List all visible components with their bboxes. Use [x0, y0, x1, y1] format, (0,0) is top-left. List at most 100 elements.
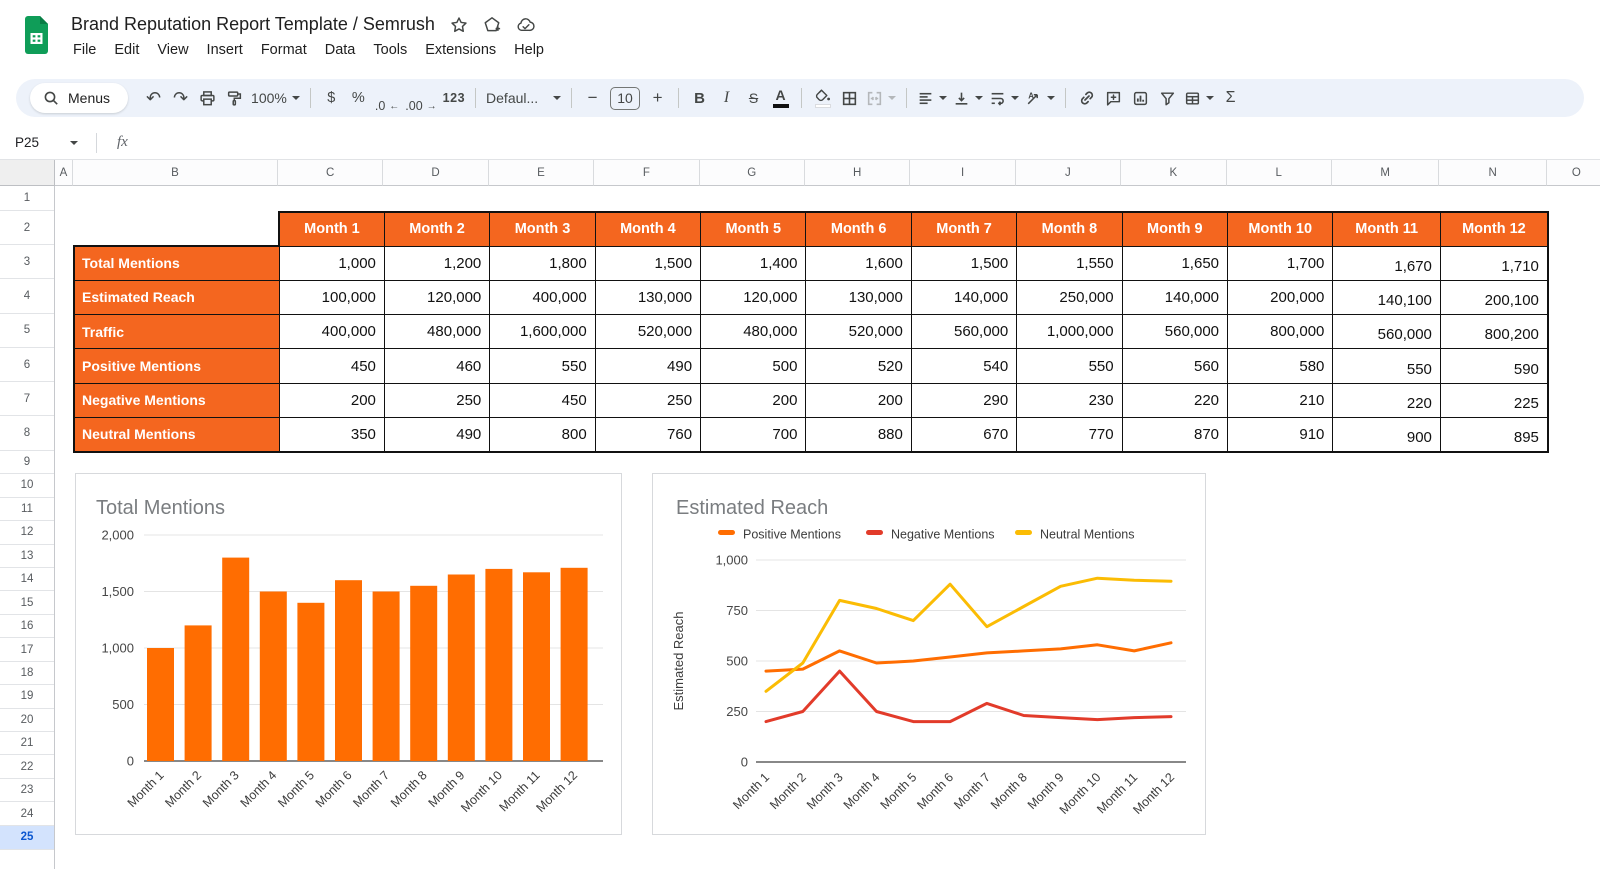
table-cell[interactable]: 500 [700, 348, 807, 384]
row-header-5[interactable]: 5 [0, 314, 54, 348]
column-header-B[interactable]: B [73, 160, 278, 186]
table-cell[interactable]: 140,100 [1332, 279, 1441, 316]
table-cell[interactable]: 700 [700, 416, 807, 453]
table-cell[interactable]: 450 [489, 382, 596, 418]
decrease-font-size-button[interactable]: − [579, 84, 606, 112]
name-box[interactable]: P25 [0, 135, 86, 150]
table-cell[interactable]: 770 [1016, 416, 1123, 453]
table-cell[interactable]: 895 [1439, 416, 1549, 453]
table-cell[interactable]: 220 [1121, 382, 1229, 418]
column-header-M[interactable]: M [1331, 160, 1440, 186]
menus-button[interactable]: Menus [30, 83, 129, 113]
table-cell[interactable]: 450 [278, 348, 385, 384]
insert-table-button[interactable] [1181, 84, 1217, 112]
table-cell[interactable]: 120,000 [700, 279, 807, 316]
table-cell[interactable]: 580 [1227, 348, 1334, 384]
month-header-cell[interactable]: Month 4 [594, 211, 702, 247]
row-label-cell[interactable]: Neutral Mentions [73, 416, 280, 453]
table-cell[interactable]: 760 [594, 416, 702, 453]
table-cell[interactable]: 1,500 [594, 245, 702, 281]
menu-tools[interactable]: Tools [364, 39, 416, 61]
table-cell[interactable]: 900 [1332, 416, 1441, 453]
table-cell[interactable]: 400,000 [489, 279, 596, 316]
column-header-J[interactable]: J [1015, 160, 1122, 186]
row-header-18[interactable]: 18 [0, 662, 54, 686]
row-header-19[interactable]: 19 [0, 685, 54, 709]
row-label-cell[interactable]: Traffic [73, 314, 280, 350]
text-color-button[interactable]: A [767, 84, 794, 112]
merge-cells-button[interactable] [863, 84, 899, 112]
row-header-3[interactable]: 3 [0, 245, 54, 280]
print-button[interactable] [194, 84, 221, 112]
column-header-D[interactable]: D [383, 160, 489, 186]
column-header-N[interactable]: N [1439, 160, 1547, 186]
column-header-F[interactable]: F [594, 160, 700, 186]
table-cell[interactable]: 1,600,000 [489, 314, 596, 350]
table-cell[interactable]: 550 [489, 348, 596, 384]
table-cell[interactable]: 120,000 [383, 279, 491, 316]
table-cell[interactable]: 250 [383, 382, 491, 418]
table-cell[interactable]: 230 [1016, 382, 1123, 418]
row-label-cell[interactable]: Negative Mentions [73, 382, 280, 418]
month-header-cell[interactable]: Month 1 [278, 211, 385, 247]
column-header-O[interactable]: O [1546, 160, 1600, 186]
menu-insert[interactable]: Insert [198, 39, 252, 61]
font-size-input[interactable]: 10 [610, 86, 641, 110]
month-header-cell[interactable]: Month 2 [383, 211, 491, 247]
row-header-4[interactable]: 4 [0, 279, 54, 314]
table-cell[interactable]: 130,000 [594, 279, 702, 316]
table-cell[interactable]: 140,000 [910, 279, 1018, 316]
row-header-17[interactable]: 17 [0, 638, 54, 662]
vertical-align-button[interactable] [950, 84, 986, 112]
document-title[interactable]: Brand Reputation Report Template / Semru… [71, 14, 435, 35]
column-header-K[interactable]: K [1121, 160, 1227, 186]
total-mentions-chart[interactable]: Total Mentions 0 500 1,000 1,500 2,000 Month 1… [75, 473, 622, 835]
italic-button[interactable]: I [713, 84, 740, 112]
row-header-11[interactable]: 11 [0, 498, 54, 522]
fill-color-button[interactable] [809, 84, 836, 112]
table-cell[interactable]: 250 [594, 382, 702, 418]
table-cell[interactable]: 520 [805, 348, 912, 384]
table-cell[interactable]: 480,000 [383, 314, 491, 350]
table-cell[interactable]: 550 [1332, 348, 1441, 384]
increase-font-size-button[interactable]: + [644, 84, 671, 112]
row-header-9[interactable]: 9 [0, 451, 54, 475]
table-cell[interactable]: 550 [1016, 348, 1123, 384]
menu-help[interactable]: Help [505, 39, 553, 61]
table-cell[interactable]: 490 [594, 348, 702, 384]
month-header-cell[interactable]: Month 3 [489, 211, 596, 247]
table-cell[interactable]: 560,000 [1121, 314, 1229, 350]
create-filter-button[interactable] [1154, 84, 1181, 112]
table-cell[interactable]: 1,000,000 [1016, 314, 1123, 350]
month-header-cell[interactable]: Month 12 [1439, 211, 1549, 247]
table-cell[interactable]: 210 [1227, 382, 1334, 418]
row-header-10[interactable]: 10 [0, 474, 54, 498]
table-cell[interactable]: 100,000 [278, 279, 385, 316]
table-cell[interactable]: 1,800 [489, 245, 596, 281]
table-cell[interactable]: 1,600 [805, 245, 912, 281]
table-cell[interactable]: 1,200 [383, 245, 491, 281]
row-header-16[interactable]: 16 [0, 615, 54, 639]
row-header-2[interactable]: 2 [0, 211, 54, 245]
table-cell[interactable]: 130,000 [805, 279, 912, 316]
table-cell[interactable]: 225 [1439, 382, 1549, 418]
column-header-H[interactable]: H [804, 160, 911, 186]
table-cell[interactable]: 880 [805, 416, 912, 453]
functions-button[interactable]: Σ [1217, 84, 1244, 112]
table-cell[interactable]: 1,000 [278, 245, 385, 281]
table-cell[interactable]: 200 [700, 382, 807, 418]
table-cell[interactable]: 1,500 [910, 245, 1018, 281]
row-header-24[interactable]: 24 [0, 802, 54, 826]
table-cell[interactable]: 590 [1439, 348, 1549, 384]
table-cell[interactable]: 560 [1121, 348, 1229, 384]
table-cell[interactable]: 800 [489, 416, 596, 453]
column-header-G[interactable]: G [699, 160, 805, 186]
label-icon[interactable] [483, 16, 501, 34]
table-cell[interactable]: 540 [910, 348, 1018, 384]
strikethrough-button[interactable]: S [740, 84, 767, 112]
month-header-cell[interactable]: Month 10 [1227, 211, 1334, 247]
table-cell[interactable]: 560,000 [1332, 314, 1441, 350]
table-cell[interactable]: 520,000 [805, 314, 912, 350]
row-header-8[interactable]: 8 [0, 416, 54, 451]
table-cell[interactable]: 400,000 [278, 314, 385, 350]
